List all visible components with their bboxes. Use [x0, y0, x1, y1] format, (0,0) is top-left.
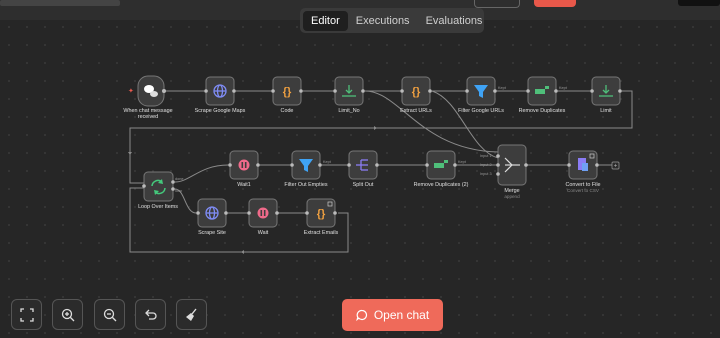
open-chat-button[interactable]: Open chat [342, 299, 443, 331]
remove-duplicates-2-label: Remove Duplicates (2) [414, 182, 469, 188]
merge-input2-label: Input 2 [480, 163, 492, 167]
undo-icon [144, 309, 157, 320]
scrape-site-label: Scrape Site [198, 230, 226, 236]
scrape-google-maps-label: Scrape Google Maps [195, 108, 246, 114]
open-chat-label: Open chat [373, 308, 430, 322]
extract-urls-label: Extract URLs [400, 108, 432, 114]
scrape-google-maps-node[interactable]: Scrape Google Maps [195, 76, 246, 114]
code-braces-icon: {} [412, 86, 421, 98]
zoom-out-button[interactable] [94, 299, 125, 330]
scrape-site-node[interactable]: Scrape Site [196, 198, 228, 236]
kept-port-label: Kept [323, 160, 332, 164]
code-braces-icon: {} [283, 86, 292, 98]
loop-over-items-node[interactable]: done loop Loop Over Items [138, 171, 183, 210]
remove-duplicates-label: Remove Duplicates [519, 108, 566, 114]
reset-zoom-button[interactable] [135, 299, 166, 330]
filter-google-urls-node[interactable]: Kept Filter Google URLs [458, 76, 507, 114]
extract-emails-label: Extract Emails [304, 230, 339, 236]
loop-over-items-label: Loop Over Items [138, 204, 178, 210]
chat-bubble-icon [356, 309, 367, 321]
limit-no-label: Limit_No [338, 108, 359, 114]
limit-label: Limit [600, 108, 612, 114]
filter-google-urls-label: Filter Google URLs [458, 108, 504, 114]
zoom-in-icon [61, 308, 74, 321]
wait-label: Wait [258, 230, 269, 236]
zoom-out-icon [103, 308, 116, 321]
fit-view-icon [19, 307, 34, 322]
pause-icon [238, 159, 250, 171]
filter-out-empties-label: Filter Out Empties [284, 182, 327, 188]
split-out-node[interactable]: Split Out [347, 150, 379, 188]
pause-icon [257, 207, 269, 219]
limit-node[interactable]: Limit [590, 76, 622, 114]
kept-port-label: Kept [559, 86, 568, 90]
chat-trigger-label-2: received [138, 114, 158, 120]
merge-input3-label: Input 3 [480, 172, 492, 176]
code-node[interactable]: {} Code [271, 76, 303, 114]
done-port-label: done [175, 177, 183, 181]
extract-emails-node[interactable]: {} Extract Emails [304, 198, 339, 236]
kept-port-label: Kept [458, 160, 467, 164]
trigger-bolt-icon: ✦ [128, 87, 134, 95]
merge-sublabel: append [504, 194, 520, 199]
code-braces-icon: {} [317, 208, 326, 220]
remove-duplicates-node[interactable]: Kept Remove Duplicates [519, 76, 568, 114]
plus-icon: + [614, 164, 618, 170]
extract-urls-node[interactable]: {} Extract URLs [400, 76, 432, 114]
fit-view-button[interactable] [11, 299, 42, 330]
split-out-label: Split Out [353, 182, 374, 188]
filter-out-empties-node[interactable]: Kept Filter Out Empties [284, 150, 332, 188]
wait1-label: Wait1 [237, 182, 251, 188]
wait1-node[interactable]: Wait1 [228, 150, 260, 188]
broom-icon [185, 308, 197, 321]
workflow-canvas: ✦ When chat message received Scrape Goog… [123, 75, 633, 254]
wait-node[interactable]: Wait [247, 198, 279, 236]
limit-no-node[interactable]: Limit_No [333, 76, 365, 114]
merge-node[interactable]: Input 1 Input 2 Input 3 Merge append [480, 144, 528, 199]
zoom-in-button[interactable] [52, 299, 83, 330]
convert-to-file-node[interactable]: + Convert to File Convert to CSV [565, 150, 620, 193]
tidy-up-button[interactable] [176, 299, 207, 330]
connections [129, 90, 633, 253]
code-label: Code [281, 108, 294, 114]
convert-to-file-sublabel: Convert to CSV [567, 188, 600, 193]
loop-port-label: loop [175, 189, 182, 193]
remove-duplicates-2-node[interactable]: Kept Remove Duplicates (2) [414, 150, 469, 188]
chat-trigger-node[interactable]: ✦ When chat message received [123, 75, 173, 120]
kept-port-label: Kept [498, 86, 507, 90]
merge-input1-label: Input 1 [480, 154, 492, 158]
